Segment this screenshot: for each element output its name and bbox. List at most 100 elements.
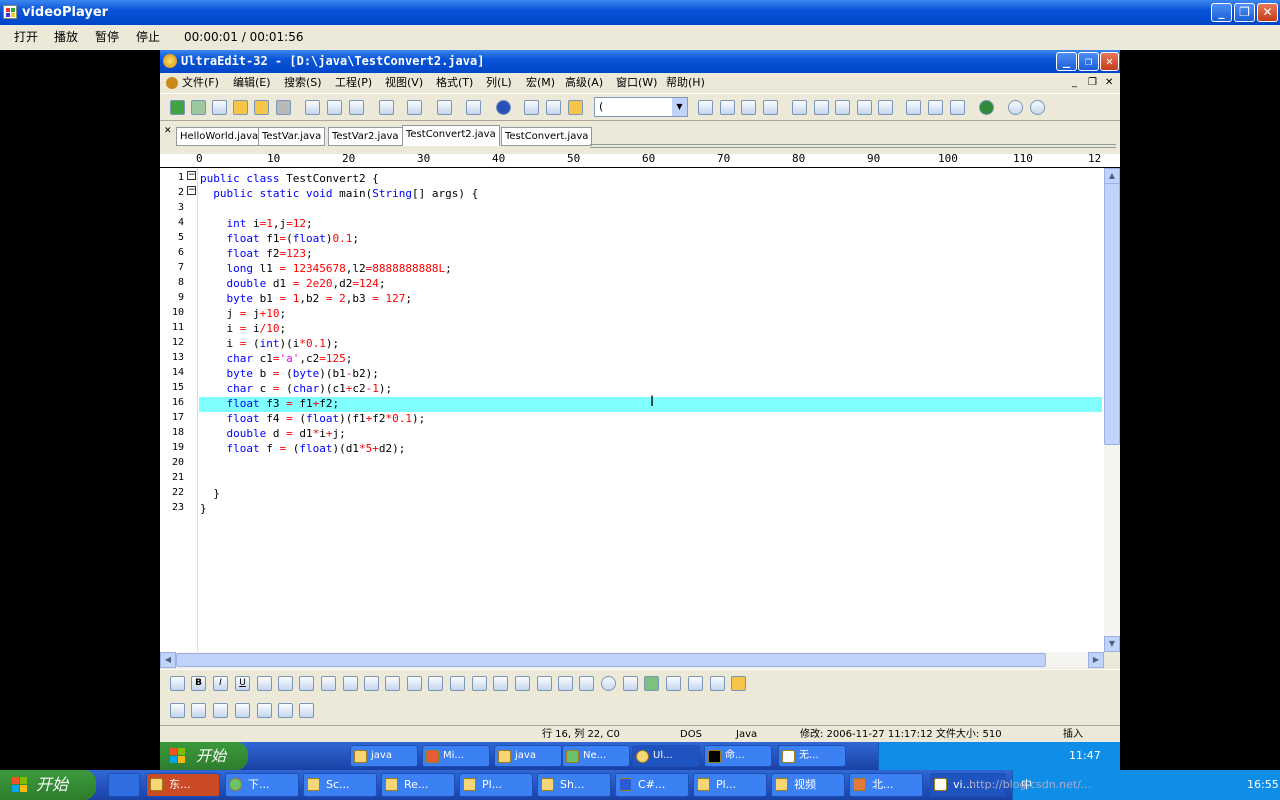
menu-edit[interactable]: 编辑(E) xyxy=(233,73,271,93)
task-download[interactable]: 下... xyxy=(225,773,299,797)
align-left-html-icon[interactable] xyxy=(364,676,379,691)
find-prev-icon[interactable] xyxy=(835,100,850,115)
inner-task-java-1[interactable]: java xyxy=(350,745,418,767)
number-list-icon[interactable] xyxy=(299,676,314,691)
split-horizontal-icon[interactable] xyxy=(906,100,921,115)
tab-testvar[interactable]: TestVar.java xyxy=(258,127,326,146)
wrap-icon[interactable] xyxy=(407,100,422,115)
save-icon[interactable] xyxy=(276,100,291,115)
scroll-up-icon[interactable]: ▲ xyxy=(1104,168,1120,184)
textarea-icon[interactable] xyxy=(537,676,552,691)
help-icon[interactable] xyxy=(1030,100,1045,115)
code-editor[interactable]: 1 2 3 4 5 6 7 8 9 10 11 12 13 14 15 16 17 18 19 20 21 22 23 − … xyxy=(160,168,1104,652)
task-bei[interactable]: 北... xyxy=(849,773,923,797)
mdi-close-button[interactable]: ✕ xyxy=(1105,73,1113,93)
menu-column[interactable]: 列(L) xyxy=(486,73,512,93)
bookmark-icon[interactable] xyxy=(466,100,481,115)
inner-task-ultraedit[interactable]: Ul... xyxy=(632,745,700,767)
globe-icon[interactable] xyxy=(496,100,511,115)
task-sh[interactable]: Sh... xyxy=(537,773,611,797)
link-icon[interactable] xyxy=(688,676,703,691)
justify-icon[interactable] xyxy=(763,100,778,115)
copy-table-icon[interactable] xyxy=(191,703,206,718)
tab-testvar2[interactable]: TestVar2.java xyxy=(328,127,403,146)
maximize-button[interactable]: ❐ xyxy=(1234,3,1255,22)
inner-task-ne[interactable]: Ne... xyxy=(562,745,630,767)
page-setup-icon[interactable] xyxy=(349,100,364,115)
menu-pause[interactable]: 暂停 xyxy=(95,25,119,50)
inner-task-notepad[interactable]: 无... xyxy=(778,745,846,767)
frame-icon[interactable] xyxy=(623,676,638,691)
menu-project[interactable]: 工程(P) xyxy=(335,73,372,93)
cell-props-icon[interactable] xyxy=(299,703,314,718)
properties-icon[interactable] xyxy=(379,100,394,115)
indent-icon[interactable] xyxy=(257,676,272,691)
input-icon[interactable] xyxy=(515,676,530,691)
copy-icon[interactable] xyxy=(546,100,561,115)
cut-icon[interactable] xyxy=(524,100,539,115)
checkbox-icon[interactable] xyxy=(579,676,594,691)
delete-icon[interactable] xyxy=(278,703,293,718)
print-icon[interactable] xyxy=(305,100,320,115)
align-right-html-icon[interactable] xyxy=(407,676,422,691)
insert-column-icon[interactable] xyxy=(235,703,250,718)
inner-task-java-2[interactable]: java xyxy=(494,745,562,767)
cascade-icon[interactable] xyxy=(950,100,965,115)
html-icon[interactable] xyxy=(170,676,185,691)
insert-row-icon[interactable] xyxy=(213,703,228,718)
radio-icon[interactable] xyxy=(601,676,616,691)
task-re[interactable]: Re... xyxy=(381,773,455,797)
menu-file[interactable]: 文件(F) xyxy=(182,73,219,93)
forward-icon[interactable] xyxy=(191,100,206,115)
close-button[interactable]: ✕ xyxy=(1257,3,1278,22)
task-dong[interactable]: 东... xyxy=(146,773,220,797)
underline-icon[interactable]: U xyxy=(235,676,250,691)
menu-window[interactable]: 窗口(W) xyxy=(616,73,657,93)
inner-task-mi[interactable]: Mi... xyxy=(422,745,490,767)
vertical-scroll-thumb[interactable] xyxy=(1104,183,1120,445)
menu-format[interactable]: 格式(T) xyxy=(436,73,473,93)
italic-icon[interactable]: I xyxy=(213,676,228,691)
menu-help[interactable]: 帮助(H) xyxy=(666,73,705,93)
inner-task-cmd[interactable]: 命... xyxy=(704,745,772,767)
edit-icon[interactable] xyxy=(343,676,358,691)
paste-icon[interactable] xyxy=(568,100,583,115)
close-tab-icon[interactable]: ✕ xyxy=(164,126,172,136)
print-preview-icon[interactable] xyxy=(327,100,342,115)
new-file-icon[interactable] xyxy=(212,100,227,115)
tab-helloworld[interactable]: HelloWorld.java xyxy=(176,127,263,146)
chevron-down-icon[interactable]: ▼ xyxy=(672,98,687,116)
menu-view[interactable]: 视图(V) xyxy=(385,73,423,93)
task-pl-1[interactable]: Pl... xyxy=(459,773,533,797)
split-vertical-icon[interactable] xyxy=(928,100,943,115)
horizontal-scroll-thumb[interactable] xyxy=(176,653,1046,667)
web-icon[interactable] xyxy=(979,100,994,115)
task-csharp[interactable]: C#... xyxy=(615,773,689,797)
mdi-restore-button[interactable]: ❐ xyxy=(1088,73,1097,93)
color-icon[interactable] xyxy=(710,676,725,691)
menu-search[interactable]: 搜索(S) xyxy=(284,73,322,93)
font-icon[interactable] xyxy=(321,676,336,691)
find-in-files-icon[interactable] xyxy=(878,100,893,115)
scroll-right-icon[interactable]: ▶ xyxy=(1088,652,1104,668)
ue-close-button[interactable]: ✕ xyxy=(1100,52,1119,71)
merge-icon[interactable] xyxy=(257,703,272,718)
image-icon[interactable] xyxy=(644,676,659,691)
scroll-down-icon[interactable]: ▼ xyxy=(1104,636,1120,652)
fold-toggle[interactable]: − xyxy=(187,186,196,195)
find-next-icon[interactable] xyxy=(814,100,829,115)
mdi-minimize-button[interactable]: _ xyxy=(1072,73,1077,93)
menu-macro[interactable]: 宏(M) xyxy=(526,73,555,93)
inner-start-button[interactable]: 开始 xyxy=(160,742,248,770)
replace-icon[interactable] xyxy=(857,100,872,115)
task-sc[interactable]: Sc... xyxy=(303,773,377,797)
align-left-icon[interactable] xyxy=(698,100,713,115)
scroll-left-icon[interactable]: ◀ xyxy=(160,652,176,668)
ue-maximize-button[interactable]: ❐ xyxy=(1078,52,1099,71)
tab-testconvert2[interactable]: TestConvert2.java xyxy=(402,125,500,146)
task-video[interactable]: 视频 xyxy=(771,773,845,797)
bullet-list-icon[interactable] xyxy=(278,676,293,691)
start-button[interactable]: 开始 xyxy=(0,770,96,800)
tab-testconvert[interactable]: TestConvert.java xyxy=(501,127,593,146)
open-folder-icon[interactable] xyxy=(233,100,248,115)
